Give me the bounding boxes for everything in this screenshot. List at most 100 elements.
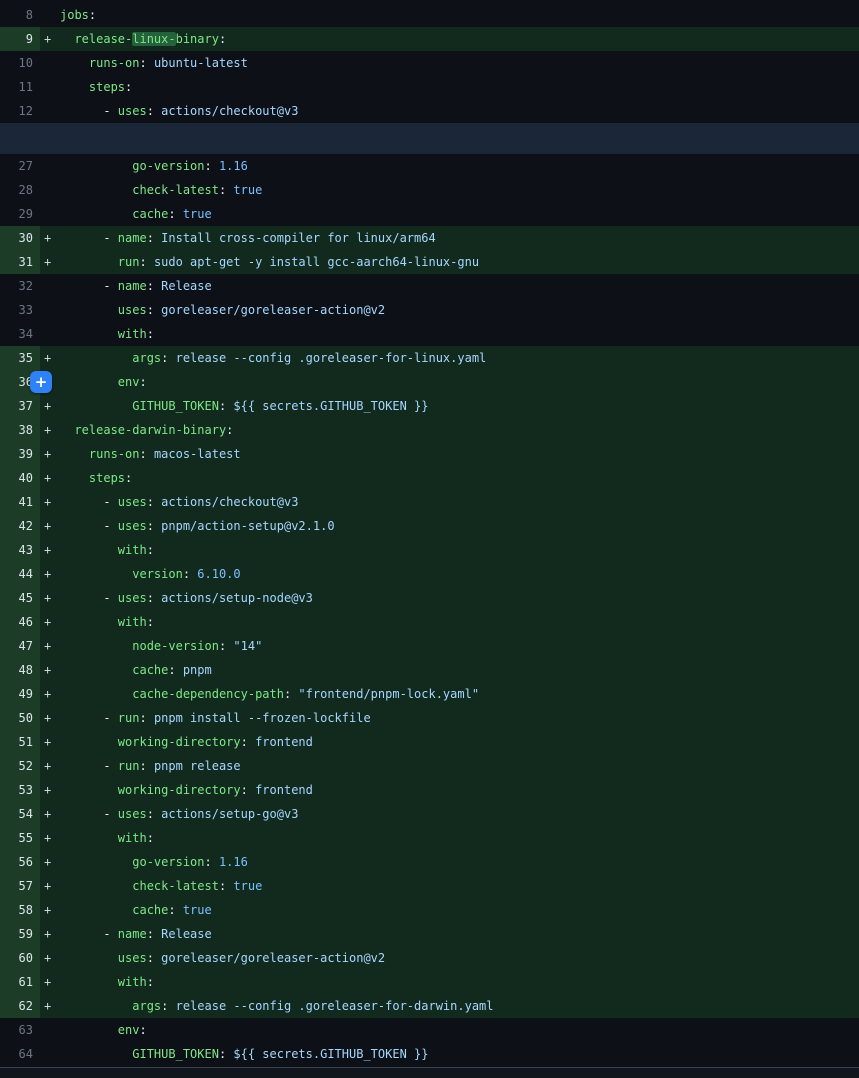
code-line: 8jobs: (0, 3, 859, 27)
plus-icon: + (35, 370, 48, 394)
code-token: : (139, 1023, 146, 1037)
line-code: args: release --config .goreleaser-for-d… (60, 994, 494, 1018)
line-number[interactable]: 9 (0, 27, 40, 51)
code-line: 64 GITHUB_TOKEN: ${{ secrets.GITHUB_TOKE… (0, 1042, 859, 1066)
line-number[interactable]: 38 (0, 418, 40, 442)
diff-marker: + (40, 442, 60, 466)
diff-marker (40, 322, 60, 346)
line-number[interactable]: 33 (0, 298, 40, 322)
diff-marker: + (40, 610, 60, 634)
line-number[interactable]: 64 (0, 1042, 40, 1066)
code-token: release --config .goreleaser-for-linux.y… (176, 351, 487, 365)
code-token: : (219, 1047, 233, 1061)
code-token: 6.10.0 (197, 567, 240, 581)
line-number[interactable]: 28 (0, 178, 40, 202)
diff-marker (40, 3, 60, 27)
diff-marker: + (40, 778, 60, 802)
code-token: GITHUB_TOKEN (132, 399, 219, 413)
code-token: : (139, 711, 153, 725)
code-token: check-latest (132, 879, 219, 893)
line-number[interactable]: 49 (0, 682, 40, 706)
code-token: Release (161, 927, 212, 941)
code-token: true (183, 207, 212, 221)
line-number[interactable]: 48 (0, 658, 40, 682)
add-comment-button[interactable]: + (30, 371, 52, 393)
code-token: : (147, 495, 161, 509)
code-line: 28 check-latest: true (0, 178, 859, 202)
line-number[interactable]: 59 (0, 922, 40, 946)
code-token (60, 399, 132, 413)
code-line: 39+ runs-on: macos-latest (0, 442, 859, 466)
line-number[interactable]: 55 (0, 826, 40, 850)
line-code: - uses: actions/setup-node@v3 (60, 586, 313, 610)
line-number[interactable]: 56 (0, 850, 40, 874)
line-number[interactable]: 11 (0, 75, 40, 99)
code-token: cache (132, 207, 168, 221)
line-number[interactable]: 60 (0, 946, 40, 970)
code-line: 61+ with: (0, 970, 859, 994)
code-line: 51+ working-directory: frontend (0, 730, 859, 754)
diff-marker: + (40, 874, 60, 898)
line-code: working-directory: frontend (60, 778, 313, 802)
code-token: ${{ secrets.GITHUB_TOKEN }} (233, 399, 428, 413)
diff-marker: + (40, 850, 60, 874)
code-lines: 8jobs:9+ release-linux-binary:10 runs-on… (0, 0, 859, 1066)
line-number[interactable]: 12 (0, 99, 40, 123)
line-number[interactable]: 61 (0, 970, 40, 994)
line-number[interactable]: 41 (0, 490, 40, 514)
line-number[interactable]: 44 (0, 562, 40, 586)
line-number[interactable]: 45 (0, 586, 40, 610)
diff-marker: + (40, 970, 60, 994)
line-number[interactable]: 57 (0, 874, 40, 898)
line-number[interactable]: 54 (0, 802, 40, 826)
code-line: 48+ cache: pnpm (0, 658, 859, 682)
code-token: : (125, 471, 132, 485)
line-number[interactable]: 29 (0, 202, 40, 226)
line-number[interactable]: 35 (0, 346, 40, 370)
line-number[interactable]: 51 (0, 730, 40, 754)
line-number[interactable]: 27 (0, 154, 40, 178)
code-line: 43+ with: (0, 538, 859, 562)
expand-row[interactable] (0, 123, 859, 154)
line-code: uses: goreleaser/goreleaser-action@v2 (60, 946, 385, 970)
code-token: "frontend/pnpm-lock.yaml" (298, 687, 479, 701)
line-number[interactable]: 46 (0, 610, 40, 634)
line-number[interactable]: 50 (0, 706, 40, 730)
bottom-divider (0, 1067, 859, 1078)
line-code: runs-on: ubuntu-latest (60, 51, 248, 75)
diff-marker: + (40, 346, 60, 370)
line-number[interactable]: 10 (0, 51, 40, 75)
code-token (60, 1023, 118, 1037)
line-number[interactable]: 52 (0, 754, 40, 778)
code-token: pnpm (183, 663, 212, 677)
code-line: 46+ with: (0, 610, 859, 634)
diff-marker: + (40, 250, 60, 274)
line-number[interactable]: 42 (0, 514, 40, 538)
code-token (60, 207, 132, 221)
line-number[interactable]: 43 (0, 538, 40, 562)
line-code: env: (60, 370, 147, 394)
line-number[interactable]: 34 (0, 322, 40, 346)
code-token (60, 56, 89, 70)
code-line: 53+ working-directory: frontend (0, 778, 859, 802)
line-number[interactable]: 8 (0, 3, 40, 27)
line-number[interactable]: 37 (0, 394, 40, 418)
line-number[interactable]: 63 (0, 1018, 40, 1042)
line-number[interactable]: 39 (0, 442, 40, 466)
code-token: : (147, 951, 161, 965)
line-number[interactable]: 53 (0, 778, 40, 802)
line-number[interactable]: 32 (0, 274, 40, 298)
line-number[interactable]: 47 (0, 634, 40, 658)
code-token: steps (89, 471, 125, 485)
code-token: uses (118, 104, 147, 118)
line-number[interactable]: 62 (0, 994, 40, 1018)
line-number[interactable]: 31 (0, 250, 40, 274)
line-number[interactable]: 40 (0, 466, 40, 490)
diff-marker (40, 178, 60, 202)
diff-marker: + (40, 946, 60, 970)
line-number[interactable]: 58 (0, 898, 40, 922)
line-number[interactable]: 30 (0, 226, 40, 250)
code-token: node-version (132, 639, 219, 653)
line-code: check-latest: true (60, 178, 262, 202)
code-token: - (60, 807, 118, 821)
